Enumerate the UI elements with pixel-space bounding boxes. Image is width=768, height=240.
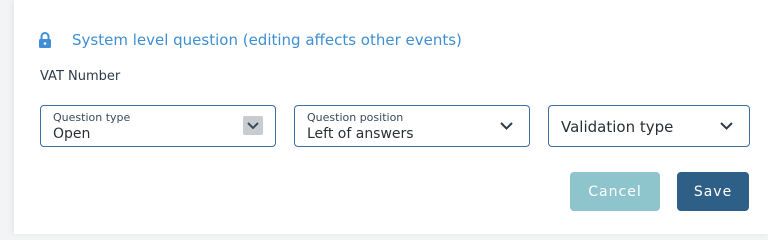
- validation-type-select[interactable]: Validation type: [548, 105, 750, 147]
- question-position-value: Left of answers: [307, 126, 414, 142]
- validation-type-placeholder: Validation type: [561, 118, 674, 136]
- question-type-label: Question type: [53, 111, 131, 124]
- cancel-button[interactable]: Cancel: [570, 172, 660, 211]
- save-button[interactable]: Save: [677, 172, 749, 211]
- chevron-down-icon[interactable]: [243, 116, 263, 135]
- chevron-down-icon[interactable]: [719, 119, 733, 133]
- chevron-down-icon[interactable]: [499, 119, 513, 133]
- question-position-select[interactable]: Question position Left of answers: [294, 105, 530, 147]
- question-position-label: Question position: [307, 111, 404, 124]
- question-type-value: Open: [53, 126, 91, 142]
- lock-icon: [38, 31, 52, 49]
- question-title: VAT Number: [40, 69, 121, 84]
- question-type-select[interactable]: Question type Open: [40, 105, 276, 147]
- system-level-notice-text: System level question (editing affects o…: [72, 31, 462, 49]
- system-level-notice: System level question (editing affects o…: [38, 31, 462, 49]
